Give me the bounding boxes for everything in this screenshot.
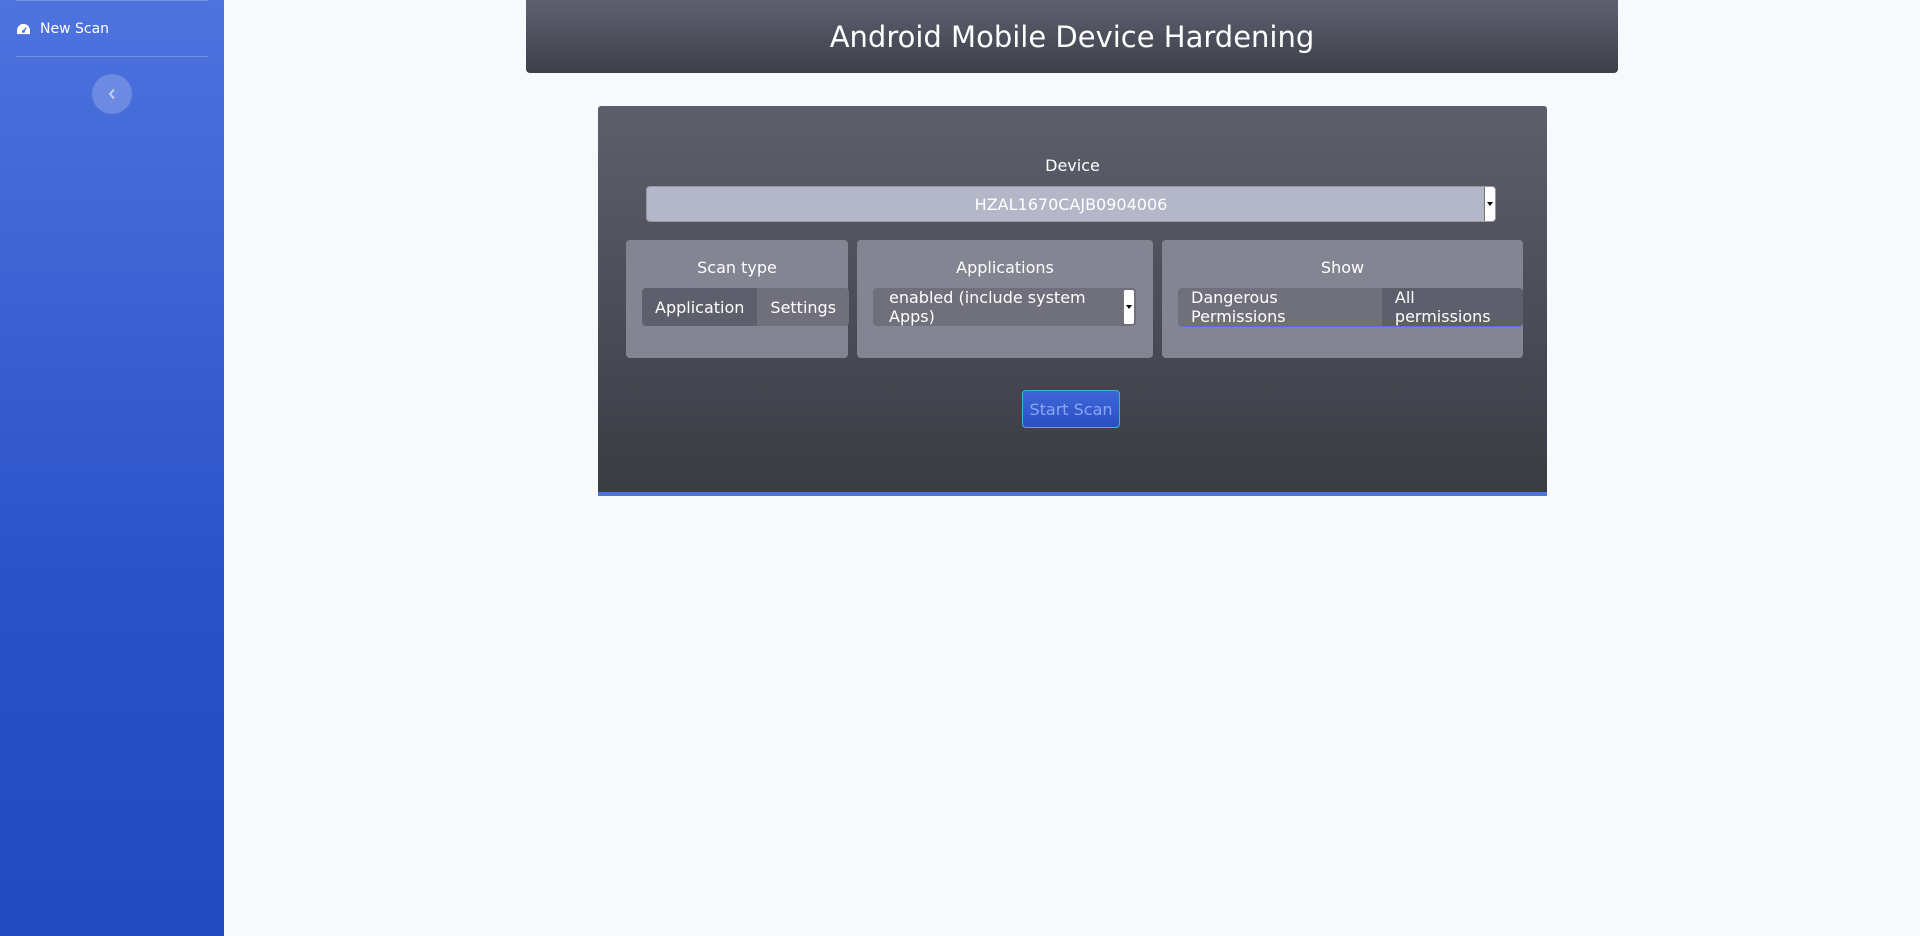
chevron-left-icon — [108, 88, 115, 100]
device-label: Device — [1045, 156, 1100, 175]
scan-type-application-button[interactable]: Application — [642, 288, 758, 326]
scan-type-panel: Scan type Application Settings — [626, 240, 850, 358]
show-all-permissions-button[interactable]: All permissions — [1381, 288, 1523, 326]
sidebar-divider — [16, 56, 208, 57]
scan-type-settings-button[interactable]: Settings — [757, 288, 850, 326]
device-select[interactable]: HZAL1670CAJB0904006 — [646, 186, 1496, 222]
page-title: Android Mobile Device Hardening — [829, 19, 1315, 54]
sidebar-top-divider — [16, 0, 208, 1]
show-title: Show — [1320, 258, 1365, 277]
applications-title: Applications — [956, 258, 1054, 277]
scan-type-title: Scan type — [697, 258, 777, 277]
sidebar: New Scan — [0, 0, 224, 936]
device-select-value: HZAL1670CAJB0904006 — [974, 194, 1168, 214]
applications-select[interactable]: enabled (include system Apps) — [873, 288, 1136, 326]
show-button-group: Dangerous Permissions All permissions — [1178, 288, 1523, 327]
tachometer-icon — [17, 23, 30, 34]
start-scan-button[interactable]: Start Scan — [1022, 390, 1120, 428]
dropdown-arrow-icon — [1123, 290, 1134, 324]
sidebar-toggle-button[interactable] — [92, 74, 132, 114]
dropdown-arrow-icon — [1484, 187, 1495, 221]
scan-form-card: Device HZAL1670CAJB0904006 Scan type App… — [598, 106, 1547, 496]
sidebar-item-label: New Scan — [40, 21, 110, 37]
applications-select-value: enabled (include system Apps) — [889, 288, 1086, 326]
page-header: Android Mobile Device Hardening — [526, 0, 1618, 73]
scan-type-button-group: Application Settings — [642, 288, 850, 326]
sidebar-item-new-scan[interactable]: New Scan — [16, 18, 109, 40]
applications-panel: Applications enabled (include system App… — [857, 240, 1153, 358]
show-dangerous-permissions-button[interactable]: Dangerous Permissions — [1178, 288, 1382, 326]
show-panel: Show Dangerous Permissions All permissio… — [1162, 240, 1523, 358]
